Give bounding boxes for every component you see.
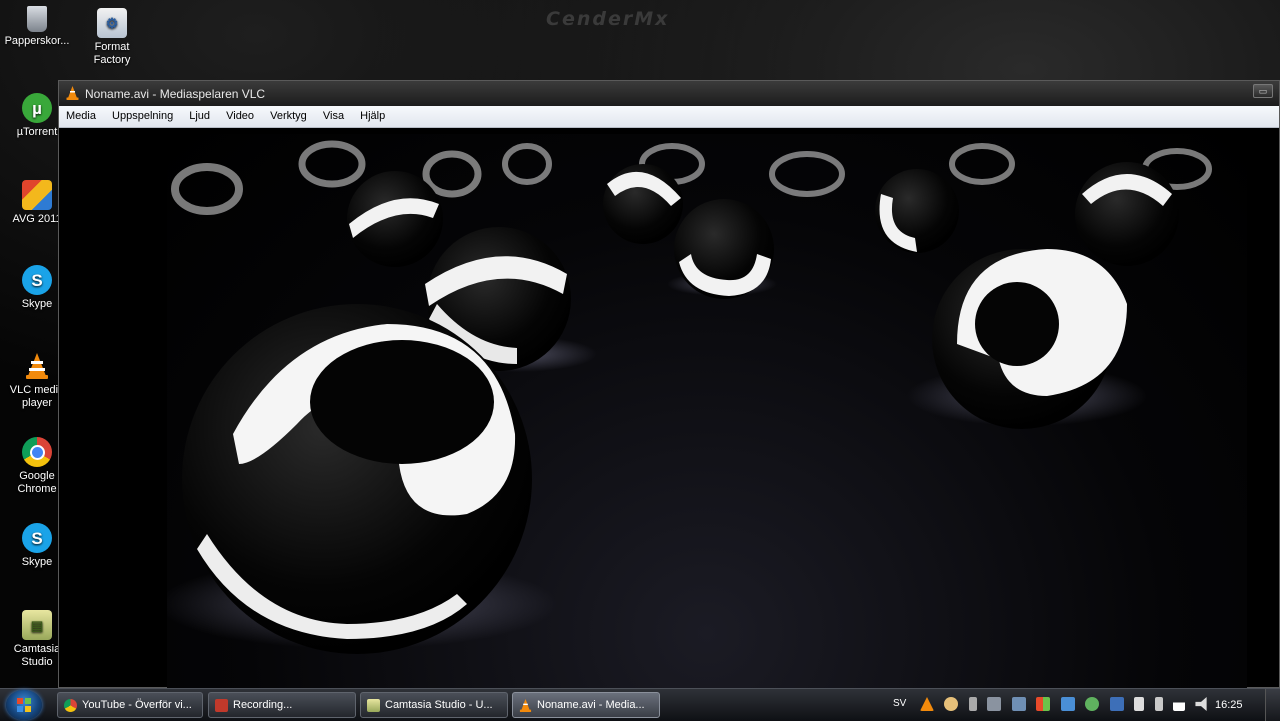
display-tray-icon[interactable]: [1060, 697, 1075, 711]
utorrent-icon: µ: [22, 93, 52, 123]
menu-video[interactable]: Video: [219, 106, 260, 127]
menu-visa[interactable]: Visa: [316, 106, 350, 127]
camtasia-icon: [367, 699, 380, 712]
windows-tray-icon[interactable]: [1036, 697, 1051, 711]
menu-uppspelning[interactable]: Uppspelning: [105, 106, 179, 127]
monitor-tray-icon[interactable]: [987, 697, 1002, 711]
start-button[interactable]: [6, 690, 42, 720]
avg-icon: [22, 180, 52, 210]
desktop-icon-label: Format Factory: [93, 41, 131, 66]
taskbar-button-label: Recording...: [233, 699, 293, 711]
show-desktop-button[interactable]: [1265, 689, 1280, 721]
menu-bar: Media Uppspelning Ljud Video Verktyg Vis…: [59, 106, 1279, 128]
chat-tray-icon[interactable]: [1085, 697, 1100, 711]
taskbar-button-camtasia[interactable]: Camtasia Studio - U...: [360, 692, 508, 718]
desktop-icon-recycle-bin[interactable]: Papperskor...: [1, 6, 73, 48]
taskbar-button-youtube[interactable]: YouTube - Överför vi...: [57, 692, 203, 718]
vlc-tray-icon[interactable]: [920, 697, 934, 711]
hand-tray-icon[interactable]: [944, 697, 959, 711]
volume-icon[interactable]: [1195, 697, 1207, 711]
desktop-watermark: CenderMx: [546, 8, 670, 30]
skype-icon: S: [22, 265, 52, 295]
network-tray-icon[interactable]: [1011, 697, 1026, 711]
taskbar-button-vlc[interactable]: Noname.avi - Media...: [512, 692, 660, 718]
flag-tray-icon[interactable]: [1134, 697, 1145, 711]
pen-tray-icon[interactable]: [968, 697, 977, 711]
battery-icon[interactable]: [1154, 697, 1163, 711]
system-tray: [920, 697, 1215, 713]
desktop-icon-format-factory[interactable]: ⚙ Format Factory: [76, 8, 148, 67]
window-title: Noname.avi - Mediaspelaren VLC: [85, 87, 266, 101]
vlc-window[interactable]: Noname.avi - Mediaspelaren VLC ▭ Media U…: [58, 80, 1280, 689]
skype-icon: S: [22, 523, 52, 553]
vlc-icon: [22, 351, 52, 381]
recycle-bin-icon: [27, 6, 47, 32]
menu-ljud[interactable]: Ljud: [182, 106, 216, 127]
clock[interactable]: 16:25: [1215, 699, 1243, 711]
update-tray-icon[interactable]: [1109, 697, 1124, 711]
taskbar-button-label: Noname.avi - Media...: [537, 699, 645, 711]
desktop-icon-label: Papperskor...: [4, 35, 70, 47]
maximize-button[interactable]: ▭: [1253, 84, 1273, 98]
video-area[interactable]: [59, 128, 1279, 689]
windows-logo-icon: [17, 698, 31, 712]
chrome-icon: [22, 437, 52, 467]
menu-media[interactable]: Media: [59, 106, 102, 127]
menu-hjalp[interactable]: Hjälp: [353, 106, 391, 127]
menu-verktyg[interactable]: Verktyg: [263, 106, 313, 127]
video-frame[interactable]: [167, 134, 1247, 689]
language-indicator[interactable]: SV: [893, 698, 906, 709]
window-titlebar[interactable]: Noname.avi - Mediaspelaren VLC ▭: [59, 81, 1279, 106]
taskbar: YouTube - Överför vi... Recording... Cam…: [0, 688, 1280, 721]
chrome-icon: [64, 699, 77, 712]
video-content-image: [167, 140, 1212, 654]
camtasia-icon: ▤: [22, 610, 52, 640]
taskbar-button-label: Camtasia Studio - U...: [385, 699, 493, 711]
recording-icon: [215, 699, 228, 712]
vlc-icon: [519, 699, 532, 712]
format-factory-icon: ⚙: [97, 8, 127, 38]
taskbar-button-label: YouTube - Överför vi...: [82, 699, 192, 711]
signal-icon[interactable]: [1172, 697, 1185, 711]
taskbar-button-recording[interactable]: Recording...: [208, 692, 356, 718]
vlc-icon: [66, 86, 79, 103]
